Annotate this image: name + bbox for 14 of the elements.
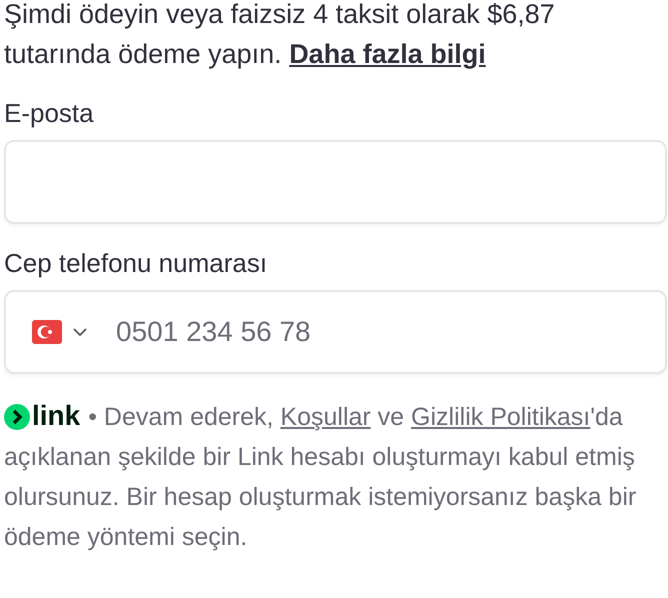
email-field[interactable] — [4, 140, 667, 224]
consent-text: link • Devam ederek, Koşullar ve Gizlilik Politikası'da açıklanan şekilde bir Link hesabı oluşturmayı kabul etmiş olursunuz. Bir hesap oluşturmak istemiyorsanız başka bir ödeme yöntemi seçin. — [4, 399, 638, 553]
policy-link[interactable]: Gizlilik Politikası — [411, 403, 590, 431]
phone-label: Cep telefonu numarası — [4, 247, 268, 280]
phone-field[interactable]: 0501 234 56 78 — [4, 290, 667, 374]
policy-link[interactable]: Koşullar — [280, 403, 371, 431]
email-label: E-posta — [4, 97, 95, 130]
installment-text: Şimdi ödeyin veya faizsiz 4 taksit olarak $6,87 tutarında ödeme yapın. Daha fazla bilgi — [4, 0, 556, 71]
flag-icon[interactable] — [32, 320, 62, 344]
phone-input[interactable]: 0501 234 56 78 — [114, 315, 518, 349]
caret-icon[interactable] — [72, 327, 88, 337]
learn-more-link[interactable]: Daha fazla bilgi — [289, 39, 486, 69]
chevron-circle-icon — [4, 404, 30, 430]
logo-text: link — [32, 400, 80, 431]
